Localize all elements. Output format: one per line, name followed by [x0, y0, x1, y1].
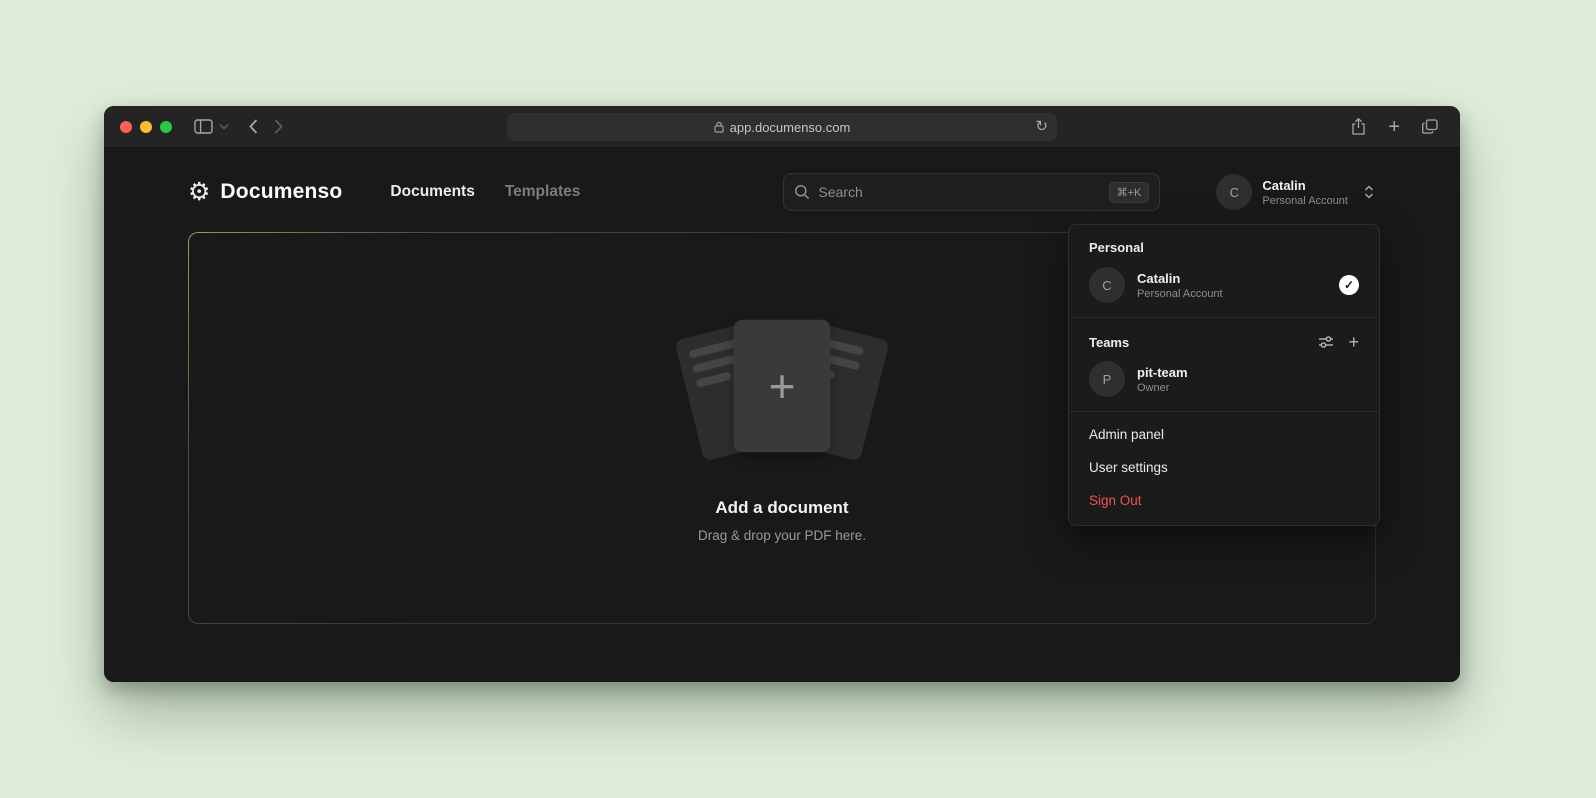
- share-icon[interactable]: [1351, 118, 1366, 135]
- address-text: app.documenso.com: [730, 120, 851, 135]
- primary-nav: Documents Templates: [390, 183, 580, 201]
- zoom-window-button[interactable]: [160, 121, 172, 133]
- account-name: Catalin: [1262, 178, 1348, 193]
- browser-toolbar: app.documenso.com ↻ +: [104, 106, 1460, 148]
- tab-overview-icon[interactable]: [1422, 119, 1438, 134]
- personal-account-name: Catalin: [1137, 271, 1223, 286]
- close-window-button[interactable]: [120, 121, 132, 133]
- personal-section: Personal C Catalin Personal Account ✓: [1069, 225, 1379, 317]
- account-avatar: C: [1216, 174, 1252, 210]
- address-bar[interactable]: app.documenso.com ↻: [507, 113, 1057, 141]
- team-role: Owner: [1137, 382, 1188, 394]
- browser-window: app.documenso.com ↻ + ⚙ D: [104, 106, 1460, 682]
- teams-section-label: Teams: [1089, 335, 1318, 350]
- selected-check-icon: ✓: [1339, 275, 1359, 295]
- team-avatar: P: [1089, 361, 1125, 397]
- dropzone-title: Add a document: [715, 498, 848, 518]
- personal-account-subtitle: Personal Account: [1137, 288, 1223, 300]
- refresh-icon[interactable]: ↻: [1035, 117, 1048, 137]
- nav-templates[interactable]: Templates: [505, 183, 581, 201]
- back-button[interactable]: [249, 119, 258, 134]
- personal-section-label: Personal: [1081, 233, 1367, 261]
- search-input[interactable]: [818, 184, 1100, 200]
- account-menu-button[interactable]: C Catalin Personal Account: [1216, 174, 1376, 210]
- minimize-window-button[interactable]: [140, 121, 152, 133]
- sidebar-toggle-icon[interactable]: [194, 119, 213, 134]
- menu-item-admin-panel[interactable]: Admin panel: [1069, 418, 1379, 451]
- lock-icon: [714, 121, 724, 133]
- account-text: Catalin Personal Account: [1262, 178, 1348, 207]
- brand-logo[interactable]: ⚙ Documenso: [188, 180, 342, 205]
- team-name: pit-team: [1137, 365, 1188, 380]
- menu-actions: Admin panel User settings Sign Out: [1069, 412, 1379, 525]
- brand-name: Documenso: [220, 180, 342, 204]
- document-cards-illustration: +: [662, 314, 902, 466]
- tab-group-chevron-icon[interactable]: [219, 123, 229, 130]
- search-icon: [794, 184, 810, 200]
- teams-section: Teams + P pit-team Owner: [1069, 318, 1379, 411]
- document-card-front: +: [734, 320, 830, 452]
- documenso-seal-icon: ⚙: [188, 180, 210, 205]
- forward-button[interactable]: [274, 119, 283, 134]
- search-shortcut-badge: ⌘+K: [1109, 182, 1150, 203]
- account-subtitle: Personal Account: [1262, 195, 1348, 207]
- personal-account-item[interactable]: C Catalin Personal Account ✓: [1081, 261, 1367, 309]
- new-tab-icon[interactable]: +: [1388, 117, 1400, 137]
- search-bar: ⌘+K: [783, 173, 1160, 211]
- menu-item-user-settings[interactable]: User settings: [1069, 451, 1379, 484]
- add-document-plus-icon: +: [769, 363, 796, 409]
- team-item[interactable]: P pit-team Owner: [1081, 355, 1367, 403]
- nav-documents[interactable]: Documents: [390, 183, 474, 201]
- app-header: ⚙ Documenso Documents Templates ⌘+K C: [188, 170, 1376, 214]
- create-team-icon[interactable]: +: [1348, 333, 1359, 351]
- personal-account-avatar: C: [1089, 267, 1125, 303]
- manage-teams-icon[interactable]: [1318, 335, 1334, 349]
- menu-item-sign-out[interactable]: Sign Out: [1069, 484, 1379, 517]
- window-controls: [120, 121, 172, 133]
- dropzone-subtitle: Drag & drop your PDF here.: [698, 528, 866, 543]
- chevron-up-down-icon: [1362, 183, 1376, 201]
- account-dropdown-menu: Personal C Catalin Personal Account ✓ Te…: [1068, 224, 1380, 526]
